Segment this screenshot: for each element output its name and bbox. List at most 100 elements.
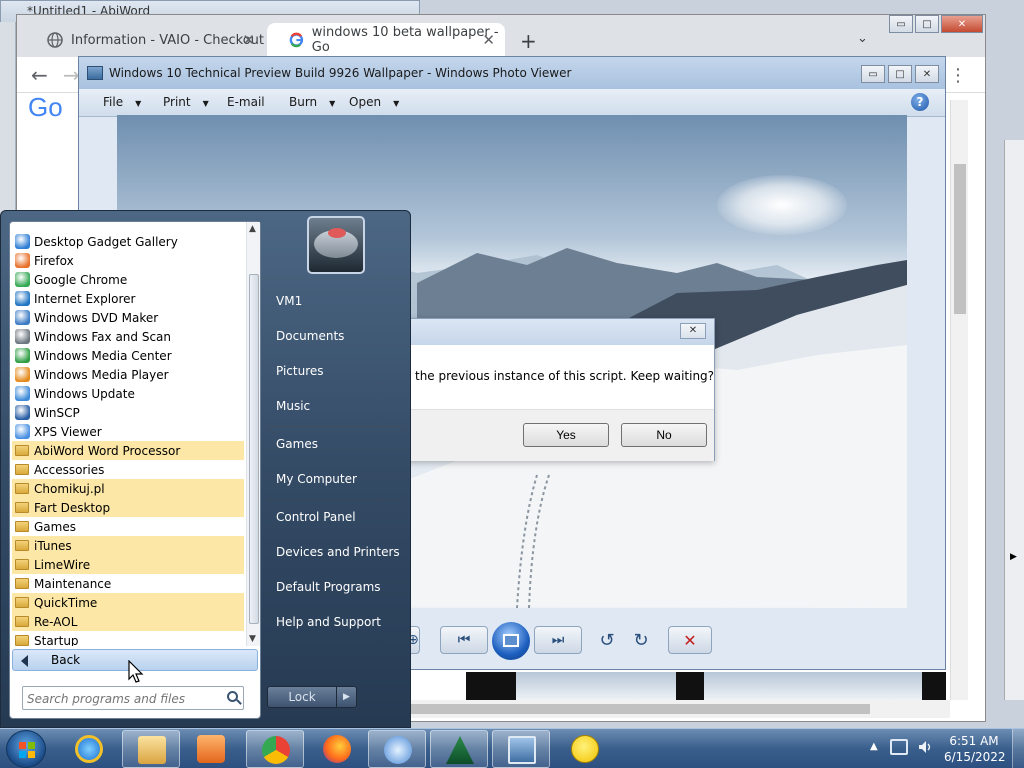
tab-search-chevron-icon[interactable]: ⌄ [857, 31, 868, 46]
no-button[interactable]: No [621, 423, 707, 447]
taskbar-media-player[interactable] [182, 730, 240, 768]
program-folder-item[interactable]: Accessories [12, 460, 244, 479]
maximize-icon[interactable]: □ [888, 65, 912, 83]
menu-open[interactable]: Open ▼ [349, 95, 399, 109]
start-item-computer[interactable]: My Computer [276, 472, 357, 486]
show-desktop-button[interactable] [1012, 729, 1024, 768]
program-folder-item[interactable]: Maintenance [12, 574, 244, 593]
scrollbar-thumb[interactable] [380, 704, 870, 714]
program-folder-item[interactable]: LimeWire [12, 555, 244, 574]
menu-email[interactable]: E-mail [227, 95, 265, 109]
rotate-clockwise-icon[interactable]: ↻ [628, 626, 654, 654]
volume-icon[interactable] [918, 740, 932, 754]
minimize-icon[interactable]: ▭ [861, 65, 885, 83]
dialog-titlebar[interactable]: ✕ [393, 319, 714, 345]
chrome-tab-vaio-checkout[interactable]: Information - VAIO - Checkout ✕ [25, 23, 265, 57]
search-icon[interactable] [227, 691, 238, 702]
chrome-vertical-scrollbar[interactable] [950, 100, 968, 700]
scrollbar-thumb[interactable] [954, 164, 966, 314]
start-search-box[interactable] [22, 686, 244, 710]
program-item[interactable]: WinSCP [12, 403, 244, 422]
program-folder-item[interactable]: Fart Desktop [12, 498, 244, 517]
program-item[interactable]: Windows Fax and Scan [12, 327, 244, 346]
chrome-horizontal-scrollbar[interactable] [380, 700, 950, 718]
start-item-control-panel[interactable]: Control Panel [276, 510, 356, 524]
program-icon [15, 272, 30, 287]
program-item[interactable]: Internet Explorer [12, 289, 244, 308]
program-item[interactable]: Windows DVD Maker [12, 308, 244, 327]
delete-icon[interactable]: ✕ [668, 626, 712, 654]
chrome-tab-google-search[interactable]: windows 10 beta wallpaper - Go ✕ [267, 23, 505, 57]
menu-file[interactable]: File ▼ [103, 95, 141, 109]
program-item[interactable]: XPS Viewer [12, 422, 244, 441]
program-item[interactable]: Desktop Gadget Gallery [12, 232, 244, 251]
taskbar-firefox[interactable] [308, 730, 366, 768]
program-folder-item[interactable]: QuickTime [12, 593, 244, 612]
previous-icon[interactable]: ⏮ [440, 626, 488, 654]
taskbar-photo-viewer[interactable] [492, 730, 550, 768]
menu-burn[interactable]: Burn ▼ [289, 95, 335, 109]
program-item[interactable]: Google Chrome [12, 270, 244, 289]
background-window-scrollbar[interactable]: ▶ [1004, 140, 1024, 700]
close-tab-icon[interactable]: ✕ [482, 31, 495, 49]
thumbnail[interactable] [704, 672, 922, 700]
taskbar-internet-explorer[interactable] [60, 730, 118, 768]
rotate-counterclockwise-icon[interactable]: ↺ [594, 626, 620, 654]
show-hidden-icons-icon[interactable]: ▲ [870, 741, 878, 752]
start-button[interactable] [6, 730, 46, 768]
scrollbar-thumb[interactable] [249, 274, 259, 624]
next-icon[interactable]: ⏭ [534, 626, 582, 654]
program-folder-item[interactable]: Games [12, 517, 244, 536]
close-icon[interactable]: ✕ [680, 323, 706, 339]
thumbnail[interactable] [516, 672, 676, 700]
network-icon[interactable] [890, 739, 908, 755]
search-input[interactable] [27, 690, 213, 707]
new-tab-icon[interactable]: + [520, 29, 537, 53]
program-item[interactable]: Windows Media Center [12, 346, 244, 365]
taskbar-google-chrome[interactable] [246, 730, 304, 768]
start-item-documents[interactable]: Documents [276, 329, 344, 343]
program-list-scrollbar[interactable]: ▲ ▼ [246, 222, 260, 646]
close-icon[interactable]: ✕ [941, 15, 983, 33]
program-item[interactable]: Windows Update [12, 384, 244, 403]
google-logo[interactable]: Go [28, 92, 63, 123]
taskbar-quicktime[interactable] [368, 730, 426, 768]
yes-button[interactable]: Yes [523, 423, 609, 447]
start-item-help-support[interactable]: Help and Support [276, 615, 381, 629]
program-folder-item[interactable]: iTunes [12, 536, 244, 555]
minimize-icon[interactable]: ▭ [889, 15, 913, 33]
program-folder-item[interactable]: Startup [12, 631, 244, 646]
start-item-user[interactable]: VM1 [276, 294, 302, 308]
program-item[interactable]: Windows Media Player [12, 365, 244, 384]
lock-button[interactable]: Lock ▶ [267, 686, 357, 708]
start-item-devices-printers[interactable]: Devices and Printers [276, 545, 400, 559]
help-icon[interactable]: ? [911, 93, 929, 111]
start-item-pictures[interactable]: Pictures [276, 364, 324, 378]
program-folder-item[interactable]: Re-AOL [12, 612, 244, 631]
taskbar-smiley-app[interactable] [556, 730, 614, 768]
photo-viewer-titlebar[interactable]: Windows 10 Technical Preview Build 9926 … [79, 57, 945, 89]
back-arrow-icon[interactable]: ← [31, 63, 48, 87]
program-folder-item[interactable]: Chomikuj.pl [12, 479, 244, 498]
maximize-icon[interactable]: □ [915, 15, 939, 33]
slideshow-button[interactable] [490, 620, 532, 662]
close-icon[interactable]: ✕ [915, 65, 939, 83]
program-folder-item[interactable]: AbiWord Word Processor [12, 441, 244, 460]
system-clock[interactable]: 6:51 AM 6/15/2022 [944, 733, 1006, 765]
start-item-games[interactable]: Games [276, 437, 318, 451]
taskbar-windows-explorer[interactable] [122, 730, 180, 768]
program-item[interactable]: Firefox [12, 251, 244, 270]
close-tab-icon[interactable]: ✕ [242, 31, 255, 49]
taskbar-script-app[interactable] [430, 730, 488, 768]
avatar[interactable] [307, 216, 365, 274]
shutdown-options-arrow-icon[interactable]: ▶ [336, 687, 356, 707]
scroll-down-arrow-icon[interactable]: ▼ [249, 634, 256, 644]
menu-print[interactable]: Print ▼ [163, 95, 209, 109]
dropdown-arrow-icon: ▼ [393, 99, 400, 108]
scroll-up-arrow-icon[interactable]: ▲ [249, 224, 256, 234]
start-item-music[interactable]: Music [276, 399, 310, 413]
kebab-menu-icon[interactable]: ⋮ [949, 65, 967, 86]
start-item-default-programs[interactable]: Default Programs [276, 580, 381, 594]
chrome-icon [262, 736, 290, 764]
scroll-right-arrow-icon[interactable]: ▶ [1010, 552, 1017, 562]
